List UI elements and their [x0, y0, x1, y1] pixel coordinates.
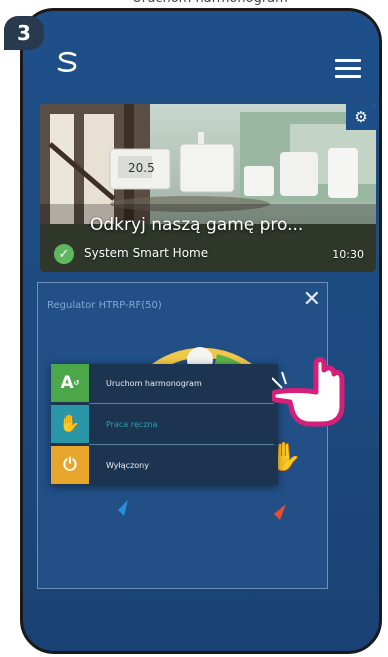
menu-item-label: Wyłączony	[106, 460, 149, 470]
step-badge: 3	[4, 16, 44, 50]
menu-item-manual[interactable]: ✋ Praca ręczna	[51, 405, 278, 443]
hand-icon: ✋	[51, 405, 89, 443]
power-icon: ⏻	[51, 446, 89, 484]
menu-item-schedule[interactable]: A ↺ Uruchom harmonogram	[51, 364, 278, 402]
temperature-dial	[118, 347, 286, 520]
menu-item-off[interactable]: ⏻ Wyłączony	[51, 446, 278, 484]
menu-item-label: Praca ręczna	[106, 419, 158, 429]
pointing-finger-icon	[272, 357, 345, 427]
mode-menu: A ↺ Uruchom harmonogram ✋ Praca ręczna ⏻ …	[51, 364, 278, 485]
menu-item-label: Uruchom harmonogram	[106, 378, 202, 388]
schedule-a-icon: A ↺	[51, 364, 89, 402]
